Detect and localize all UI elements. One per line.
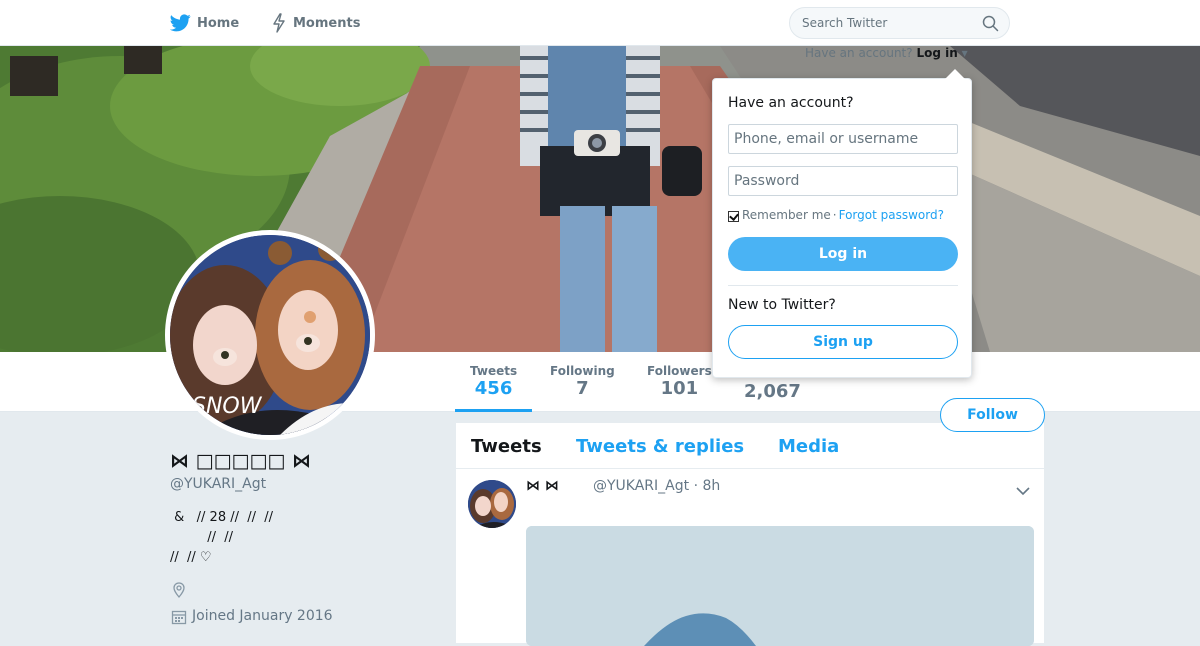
search-input[interactable] [790,8,970,38]
stat-value: 101 [660,378,699,399]
lightning-icon [271,13,287,33]
profile-handle[interactable]: @YUKARI_Agt [170,476,266,492]
joined-date: Joined January 2016 [192,608,333,624]
nav-moments-label: Moments [293,15,361,31]
follow-button[interactable]: Follow [940,398,1045,432]
stat-label: Followers [647,364,712,378]
stat-label: Following [550,364,615,378]
calendar-icon [171,609,187,629]
new-to-twitter-heading: New to Twitter? [728,297,836,313]
account-prompt-text: Have an account? [805,46,913,60]
remember-row: Remember me · Forgot password? [728,208,944,222]
remember-label[interactable]: Remember me [742,208,831,222]
login-heading: Have an account? [728,95,854,111]
home-bird-icon [170,14,191,32]
nav-home-label: Home [197,15,240,31]
search-icon[interactable] [982,15,999,36]
profile-bio: & // 28 // // // // // // // ♡ [170,510,274,565]
tweet-media[interactable] [526,526,1034,646]
tweet-avatar-photo [468,480,516,528]
tweet-media-photo [526,526,1034,646]
avatar-photo: SNOW [170,235,370,435]
tweet-author-handle[interactable]: @YUKARI_Agt [593,478,689,494]
stat-label: Tweets [470,364,518,378]
tweet-meta-separator: · [693,478,699,494]
login-link[interactable]: Log in [916,46,957,60]
stat-following[interactable]: Following 7 [550,364,615,400]
tweet-author-name[interactable]: ⋈ ⋈ [526,478,559,494]
chevron-down-icon[interactable] [1016,481,1030,500]
tweet-meta: @YUKARI_Agt · 8h [593,478,720,494]
login-button[interactable]: Log in [728,237,958,271]
signup-button[interactable]: Sign up [728,325,958,359]
caret-down-icon[interactable]: ▾ [962,46,968,60]
tab-tweets[interactable]: Tweets [471,436,542,457]
timeline: Tweets Tweets & replies Media ⋈ ⋈ @YUKAR… [456,423,1044,646]
top-nav: Home Moments [0,0,1200,46]
forgot-password-link[interactable]: Forgot password? [839,208,944,222]
svg-text:SNOW: SNOW [192,394,263,419]
login-dropdown: Have an account? Remember me · Forgot pa… [712,69,972,378]
nav-moments[interactable]: Moments [271,12,360,34]
location-icon [171,582,187,602]
stat-tweets[interactable]: Tweets 456 [454,364,533,412]
profile-avatar[interactable]: SNOW [165,230,375,440]
nav-home[interactable]: Home [170,12,239,34]
password-input[interactable] [728,166,958,196]
stat-value: 2,067 [744,381,801,402]
remember-checkbox[interactable] [728,210,739,222]
stat-likes[interactable]: 2,067 [744,381,801,403]
tab-media[interactable]: Media [778,436,839,457]
separator-dot: · [832,208,837,222]
stat-followers[interactable]: Followers 101 [647,364,712,400]
stat-value: 7 [576,378,589,399]
account-prompt: Have an account? Log in ▾ [805,46,968,60]
username-input[interactable] [728,124,958,154]
tweet-avatar[interactable] [468,480,516,528]
profile-name: ⋈ □□□□□ ⋈ [170,450,311,472]
stat-value: 456 [474,378,513,399]
tweet-timestamp[interactable]: 8h [702,478,720,494]
tab-tweets-and-replies[interactable]: Tweets & replies [576,436,744,457]
search-box [789,7,1010,39]
divider [728,285,958,286]
